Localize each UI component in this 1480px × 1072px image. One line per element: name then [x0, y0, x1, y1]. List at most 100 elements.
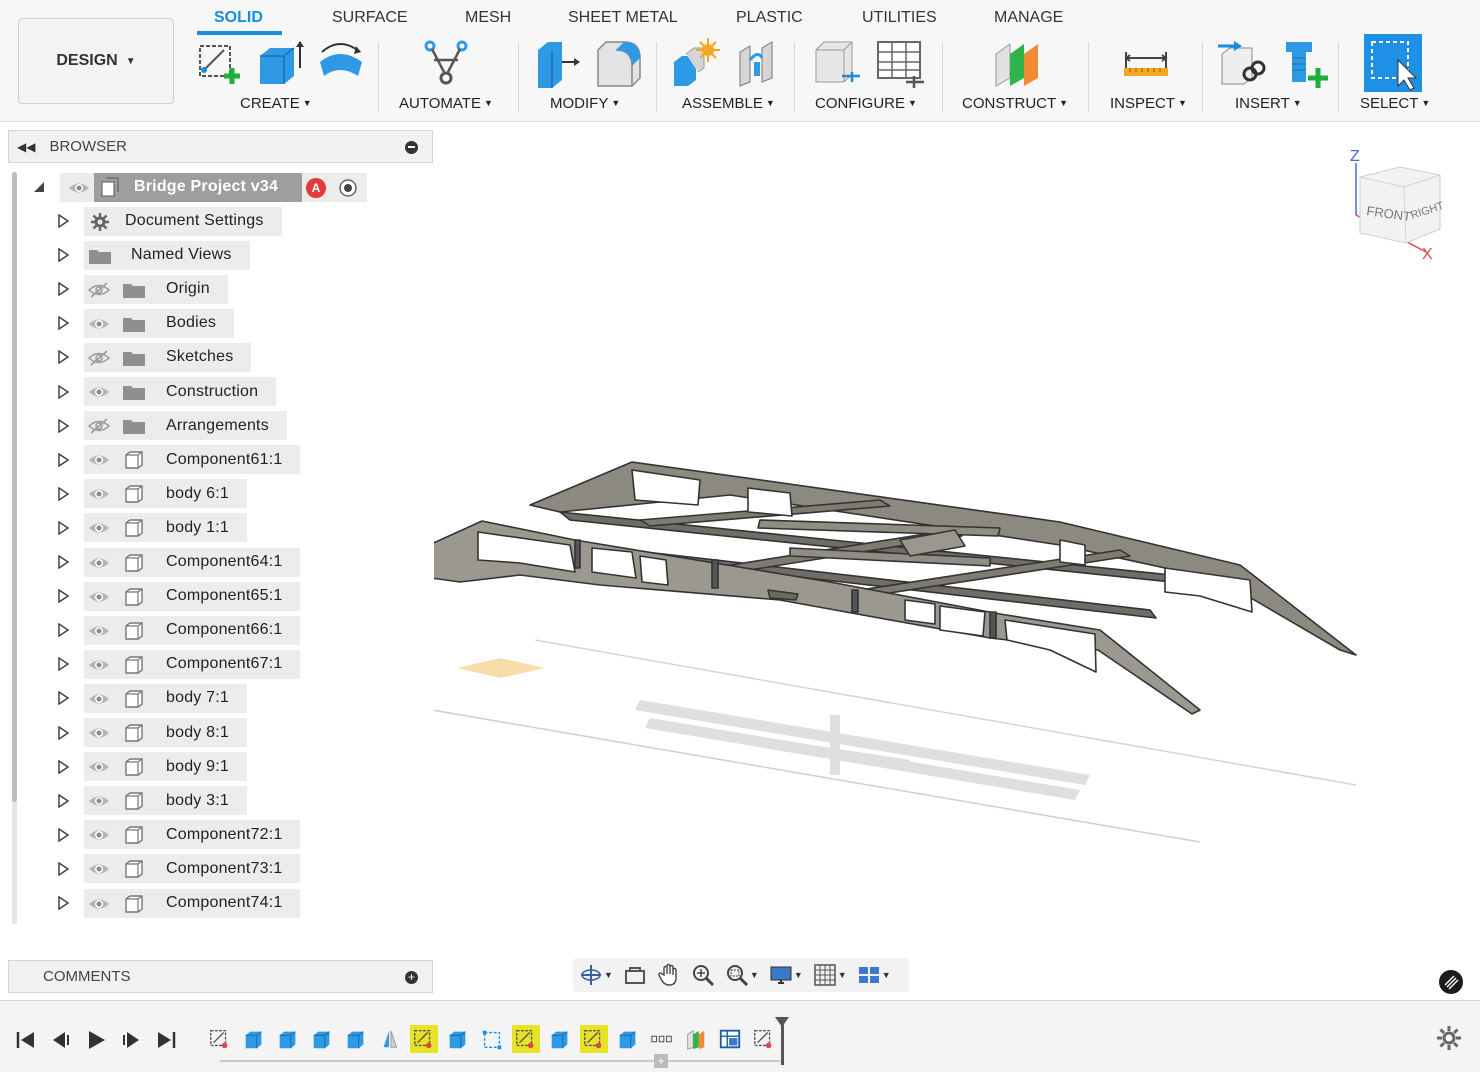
activate-radio-icon[interactable] — [338, 178, 358, 198]
eye-icon[interactable] — [88, 724, 110, 742]
new-component-icon[interactable] — [670, 38, 722, 88]
viewports-tool[interactable]: ▼ — [857, 961, 891, 989]
expand-triangle-icon[interactable] — [56, 827, 70, 842]
eye-hidden-icon[interactable] — [88, 281, 110, 299]
expand-triangle-icon[interactable] — [56, 555, 70, 569]
expand-triangle-icon[interactable] — [56, 452, 70, 467]
timeline-feature-extrude[interactable] — [342, 1025, 370, 1053]
expand-triangle-icon[interactable] — [56, 214, 70, 228]
gear-icon[interactable] — [1436, 1025, 1462, 1051]
browser-item[interactable]: Component65:1 — [84, 581, 300, 611]
measure-icon[interactable] — [1120, 38, 1172, 88]
browser-item[interactable]: body 6:1 — [84, 479, 247, 509]
grid-settings-tool[interactable]: ▼ — [813, 961, 847, 989]
expand-triangle-icon[interactable] — [56, 759, 70, 774]
timeline-feature-extrude[interactable] — [614, 1025, 642, 1053]
browser-item[interactable]: body 3:1 — [84, 786, 247, 816]
expand-triangle-icon[interactable] — [56, 384, 70, 399]
fillet-icon[interactable] — [594, 38, 646, 88]
expand-triangle-icon[interactable] — [56, 282, 70, 297]
expand-triangle-icon[interactable] — [56, 350, 70, 365]
expand-triangle-icon[interactable] — [56, 691, 70, 706]
construct-menu[interactable]: CONSTRUCT ▼ — [962, 95, 1068, 112]
tab-manage[interactable]: MANAGE — [994, 9, 1063, 27]
step-forward-icon[interactable] — [119, 1029, 143, 1051]
play-icon[interactable] — [84, 1029, 108, 1051]
press-pull-icon[interactable] — [534, 38, 586, 88]
tab-surface[interactable]: SURFACE — [332, 9, 408, 27]
extrude-icon[interactable] — [254, 38, 306, 88]
eye-icon[interactable] — [88, 622, 110, 640]
browser-item[interactable]: Component73:1 — [84, 854, 300, 884]
configure-icon[interactable] — [812, 38, 864, 88]
browser-item[interactable]: Component66:1 — [84, 615, 300, 645]
timeline-feature-extrude[interactable] — [274, 1025, 302, 1053]
timeline-feature-joint[interactable] — [682, 1025, 710, 1053]
browser-item[interactable]: Arrangements — [84, 411, 287, 441]
timeline-feature-extrude[interactable] — [308, 1025, 336, 1053]
create-menu[interactable]: CREATE ▼ — [240, 95, 312, 112]
expand-triangle-icon[interactable] — [56, 486, 70, 501]
tab-solid[interactable]: SOLID — [214, 9, 263, 27]
select-menu[interactable]: SELECT ▼ — [1360, 95, 1430, 112]
offset-plane-icon[interactable] — [990, 38, 1042, 88]
expand-triangle-icon[interactable] — [56, 623, 70, 638]
browser-item[interactable]: Construction — [84, 377, 276, 406]
eye-icon[interactable] — [88, 519, 110, 537]
timeline-feature-table[interactable] — [716, 1025, 744, 1053]
eye-icon[interactable] — [88, 588, 110, 606]
timeline-position-marker[interactable] — [775, 1017, 789, 1065]
automate-menu[interactable]: AUTOMATE ▼ — [399, 95, 493, 112]
inspect-menu[interactable]: INSPECT ▼ — [1110, 95, 1187, 112]
zoom-window-tool[interactable]: ▼ — [725, 961, 759, 989]
browser-item[interactable]: Component64:1 — [84, 547, 300, 577]
eye-icon[interactable] — [88, 860, 110, 878]
timeline-feature-sketch[interactable] — [410, 1025, 438, 1053]
look-at-tool[interactable] — [623, 961, 647, 989]
activity-badge[interactable]: A — [306, 177, 326, 198]
3d-viewport[interactable] — [434, 123, 1480, 998]
eye-icon[interactable] — [88, 383, 110, 401]
comments-panel-header[interactable]: COMMENTS + — [8, 960, 433, 993]
timeline-feature-bounding-box[interactable] — [478, 1025, 506, 1053]
browser-item[interactable]: body 8:1 — [84, 718, 247, 747]
tab-plastic[interactable]: PLASTIC — [736, 9, 803, 27]
pan-tool[interactable] — [657, 961, 681, 989]
browser-item[interactable]: Bodies — [84, 308, 234, 338]
timeline-feature-sketch[interactable] — [512, 1025, 540, 1053]
configuration-table-icon[interactable] — [874, 38, 926, 88]
root-document-node[interactable]: Bridge Project v34 — [94, 172, 302, 202]
insert-mcmaster-icon[interactable] — [1278, 38, 1330, 88]
step-back-icon[interactable] — [49, 1029, 73, 1051]
eye-icon[interactable] — [88, 451, 110, 469]
browser-item[interactable]: body 1:1 — [84, 513, 247, 543]
eye-icon[interactable] — [88, 826, 110, 844]
browser-scrollbar[interactable] — [12, 172, 17, 802]
browser-item[interactable]: Document Settings — [84, 206, 282, 236]
modify-menu[interactable]: MODIFY ▼ — [550, 95, 620, 112]
browser-item[interactable]: Origin — [84, 274, 228, 304]
expand-triangle-icon[interactable] — [56, 520, 70, 535]
timeline-feature-extrude[interactable] — [546, 1025, 574, 1053]
pin-panel-icon[interactable] — [405, 141, 418, 154]
collapse-panel-icon[interactable]: ◀◀ — [17, 140, 35, 154]
expand-triangle-icon[interactable] — [56, 793, 70, 808]
eye-icon[interactable] — [88, 690, 110, 708]
go-to-start-icon[interactable] — [14, 1029, 38, 1051]
view-cube[interactable]: Z X FRONT RIGHT — [1340, 145, 1450, 265]
browser-item[interactable]: Component74:1 — [84, 888, 300, 918]
eye-icon[interactable] — [88, 485, 110, 503]
browser-item[interactable]: Sketches — [84, 342, 251, 372]
eye-icon[interactable] — [88, 315, 110, 333]
browser-item[interactable]: Component67:1 — [84, 649, 300, 679]
insert-derive-icon[interactable] — [1216, 38, 1268, 88]
timeline-feature-pattern[interactable] — [648, 1025, 676, 1053]
expand-triangle-icon[interactable] — [56, 418, 70, 433]
eye-hidden-icon[interactable] — [88, 417, 110, 435]
expand-triangle-icon[interactable] — [56, 316, 70, 331]
tab-mesh[interactable]: MESH — [465, 9, 511, 27]
revolve-icon[interactable] — [314, 38, 366, 88]
expand-triangle-icon[interactable] — [56, 589, 70, 604]
timeline-feature-sketch[interactable] — [580, 1025, 608, 1053]
expand-triangle-icon[interactable] — [56, 248, 70, 263]
